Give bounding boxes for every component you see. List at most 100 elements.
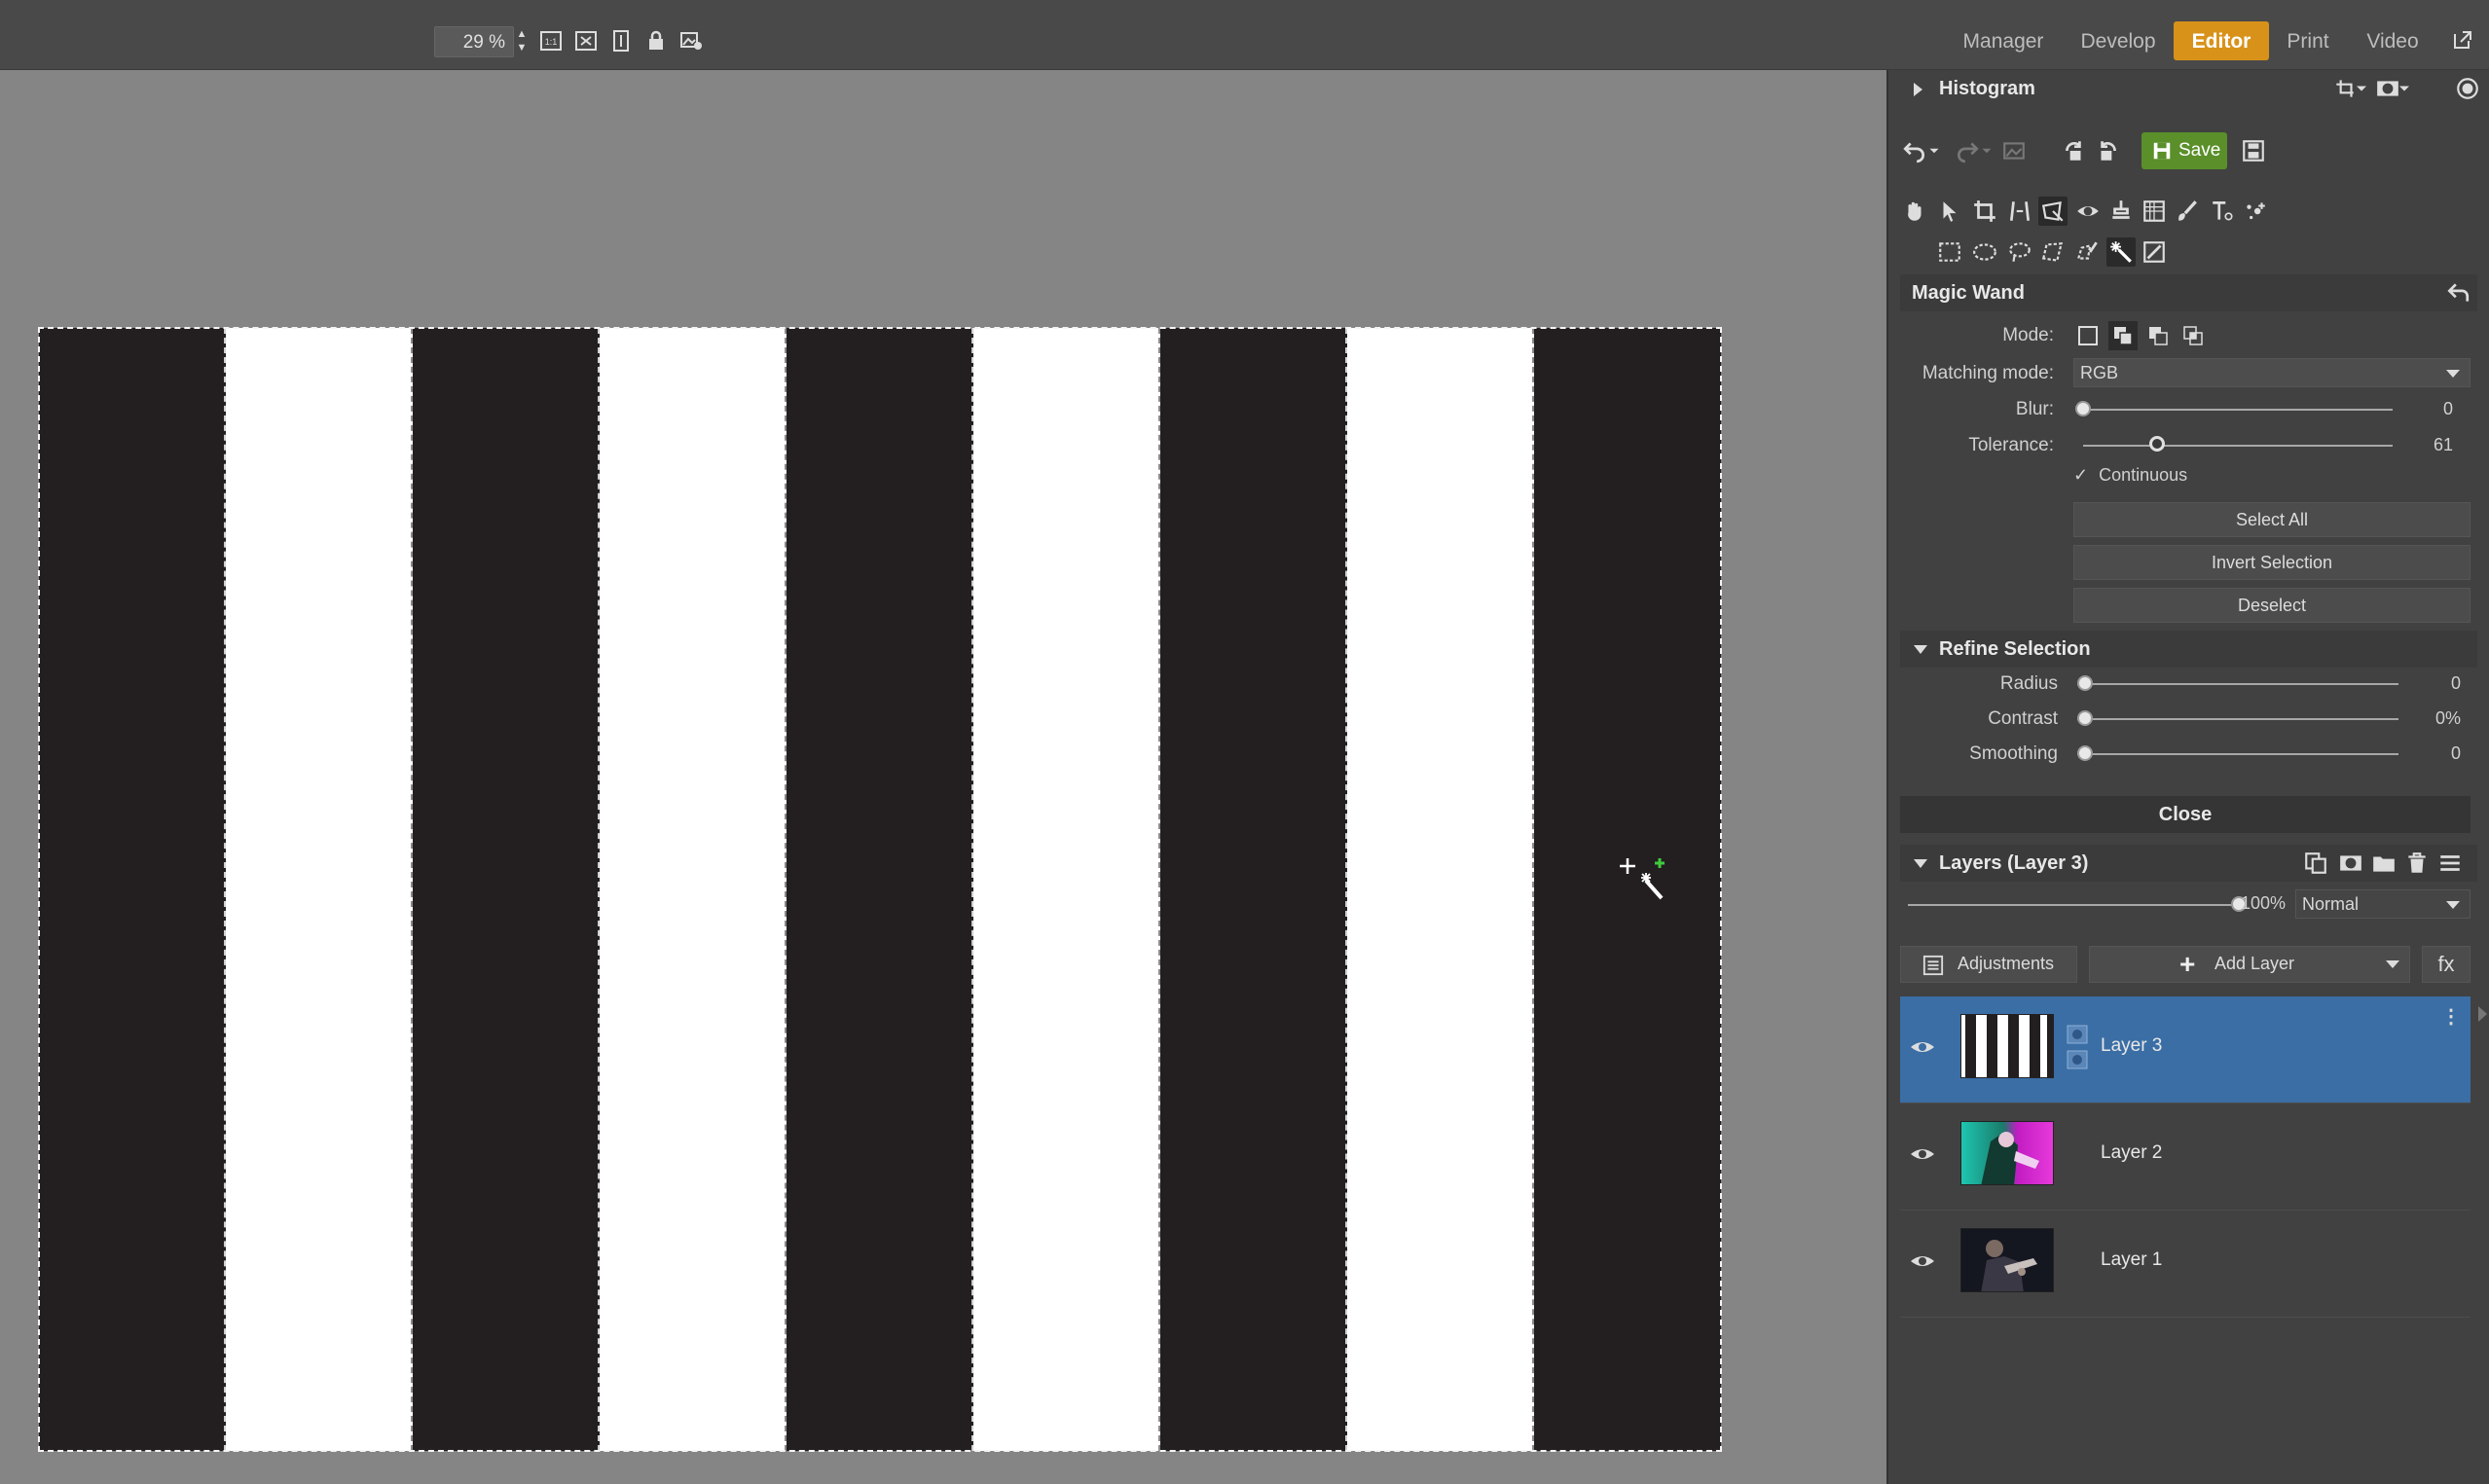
right-panel: Histogram Save Magic Wand Mode: Matching… [1886, 70, 2489, 1484]
mode-label: Mode: [2002, 325, 2054, 345]
smoothing-slider-track[interactable] [2077, 753, 2398, 755]
canvas-area[interactable] [0, 70, 1886, 1484]
mode-new-icon[interactable] [2073, 321, 2103, 350]
eye-icon[interactable] [1910, 1144, 1935, 1164]
panel-expand-icon[interactable] [2478, 1006, 2487, 1022]
brush-tool-icon[interactable] [2173, 197, 2202, 226]
contrast-slider-handle[interactable] [2077, 710, 2093, 726]
zoom-input[interactable]: 29 % [434, 26, 514, 57]
mode-intersect-icon[interactable] [2178, 321, 2208, 350]
layer-mask-link-icon[interactable] [2066, 1024, 2089, 1070]
layer-row-1[interactable]: Layer 1 [1900, 1211, 2471, 1318]
checkmark-icon: ✓ [2073, 465, 2089, 485]
fx-button[interactable]: fx [2422, 946, 2471, 983]
selection-edit-icon[interactable] [2140, 237, 2169, 267]
close-button[interactable]: Close [1900, 796, 2471, 833]
mode-add-icon[interactable] [2108, 321, 2138, 350]
eye-icon[interactable] [1910, 1037, 1935, 1057]
duplicate-layer-icon[interactable] [2301, 849, 2330, 878]
kebab-menu-icon[interactable]: ⋮ [2441, 1004, 2461, 1029]
rect-select-icon[interactable] [1935, 237, 1964, 267]
fit-screen-icon[interactable] [572, 27, 600, 54]
light-stripe[interactable] [600, 328, 787, 1451]
red-eye-tool-icon[interactable] [2073, 197, 2103, 226]
brush-select-icon[interactable] [2073, 237, 2103, 267]
magic-wand-icon[interactable] [2106, 237, 2136, 267]
folder-icon[interactable] [2369, 849, 2398, 878]
opacity-slider-track[interactable] [1908, 904, 2239, 906]
rotate-left-icon[interactable] [2060, 136, 2089, 165]
tab-print[interactable]: Print [2280, 21, 2336, 60]
blend-mode-select[interactable]: Normal [2295, 889, 2471, 919]
smoothing-slider-handle[interactable] [2077, 745, 2093, 761]
chevron-down-icon[interactable] [2395, 74, 2414, 103]
contrast-slider-track[interactable] [2077, 718, 2398, 720]
invert-selection-button[interactable]: Invert Selection [2073, 545, 2471, 580]
chevron-down-icon[interactable] [2386, 960, 2399, 968]
select-all-button[interactable]: Select All [2073, 502, 2471, 537]
tab-develop[interactable]: Develop [2068, 21, 2169, 60]
save-as-icon[interactable] [2239, 136, 2268, 165]
adjustments-button[interactable]: Adjustments [1900, 946, 2077, 983]
ellipse-select-icon[interactable] [1970, 237, 1999, 267]
dark-stripe[interactable] [1160, 328, 1347, 1451]
hand-tool-icon[interactable] [1900, 197, 1929, 226]
clone-stamp-tool-icon[interactable] [2106, 197, 2136, 226]
dark-stripe[interactable] [39, 328, 226, 1451]
dark-stripe[interactable] [787, 328, 973, 1451]
dark-stripe[interactable] [413, 328, 600, 1451]
text-tool-icon[interactable] [2208, 197, 2237, 226]
actual-size-icon[interactable]: 1:1 [537, 27, 565, 54]
menu-icon[interactable] [2435, 849, 2465, 878]
layer-mask-icon[interactable] [2336, 849, 2365, 878]
crop-tool-icon[interactable] [1970, 197, 1999, 226]
transform-tool-icon[interactable] [2038, 197, 2068, 226]
trash-icon[interactable] [2402, 849, 2432, 878]
lasso-select-icon[interactable] [2005, 237, 2034, 267]
mode-subtract-icon[interactable] [2143, 321, 2173, 350]
continuous-label: Continuous [2099, 465, 2188, 485]
settings-circle-icon[interactable] [2453, 74, 2482, 103]
redo-history-icon[interactable] [1978, 136, 1995, 165]
light-stripe[interactable] [1347, 328, 1534, 1451]
save-button[interactable]: Save [2141, 132, 2227, 169]
tolerance-slider-track[interactable] [2083, 445, 2393, 447]
radius-slider-handle[interactable] [2077, 675, 2093, 691]
tab-video[interactable]: Video [2360, 21, 2426, 60]
matching-mode-label: Matching mode: [1922, 363, 2054, 383]
eye-icon[interactable] [1910, 1251, 1935, 1271]
zoom-stepper[interactable]: ▲ ▼ [514, 27, 530, 56]
refine-selection-header[interactable]: Refine Selection [1900, 631, 2477, 668]
rotate-right-icon[interactable] [2093, 136, 2122, 165]
view-settings-icon[interactable] [677, 27, 705, 54]
radius-slider-track[interactable] [2077, 683, 2398, 685]
tab-editor[interactable]: Editor [2174, 21, 2269, 60]
save-label: Save [2178, 140, 2221, 161]
image-icon[interactable] [1999, 136, 2029, 165]
tolerance-slider-handle[interactable] [2149, 436, 2166, 452]
tab-manager[interactable]: Manager [1955, 21, 2052, 60]
fit-height-icon[interactable] [607, 27, 635, 54]
light-stripe[interactable] [973, 328, 1160, 1451]
undo-history-icon[interactable] [1925, 136, 1943, 165]
pointer-tool-icon[interactable] [1935, 197, 1964, 226]
chevron-down-icon[interactable] [2352, 74, 2371, 103]
tolerance-value: 61 [2433, 435, 2453, 454]
matching-mode-select[interactable]: RGB [2073, 358, 2471, 387]
continuous-checkbox[interactable]: ✓ Continuous [2073, 465, 2187, 486]
blur-slider-track[interactable] [2083, 409, 2393, 411]
add-layer-button[interactable]: + Add Layer [2089, 946, 2410, 983]
layer-row-2[interactable]: Layer 2 [1900, 1104, 2471, 1211]
lock-icon[interactable] [642, 27, 670, 54]
reset-icon[interactable] [2443, 278, 2472, 308]
image-canvas[interactable] [38, 327, 1722, 1452]
deselect-button[interactable]: Deselect [2073, 588, 2471, 623]
polygon-select-icon[interactable] [2038, 237, 2068, 267]
grid-tool-icon[interactable] [2140, 197, 2169, 226]
blur-slider-handle[interactable] [2075, 401, 2091, 416]
layer-row-3[interactable]: Layer 3 ⋮ [1900, 996, 2471, 1104]
effects-tool-icon[interactable] [2241, 197, 2270, 226]
straighten-tool-icon[interactable] [2005, 197, 2034, 226]
light-stripe[interactable] [226, 328, 413, 1451]
external-window-icon[interactable] [2449, 26, 2476, 54]
